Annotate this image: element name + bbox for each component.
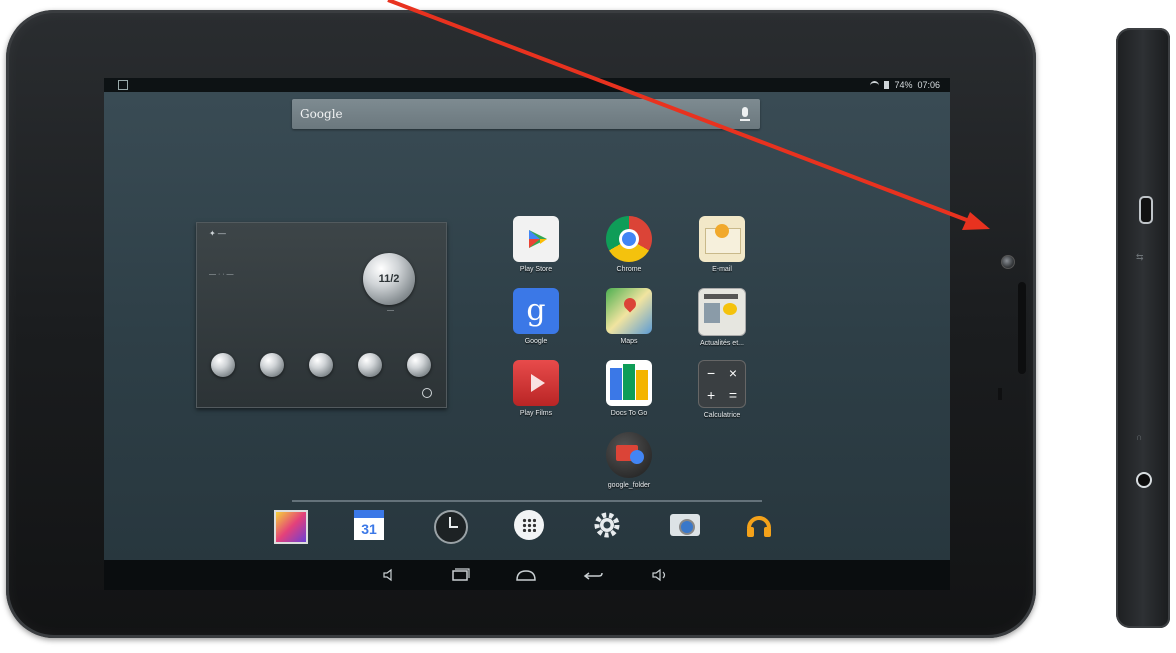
annotation-arrow <box>387 0 990 230</box>
